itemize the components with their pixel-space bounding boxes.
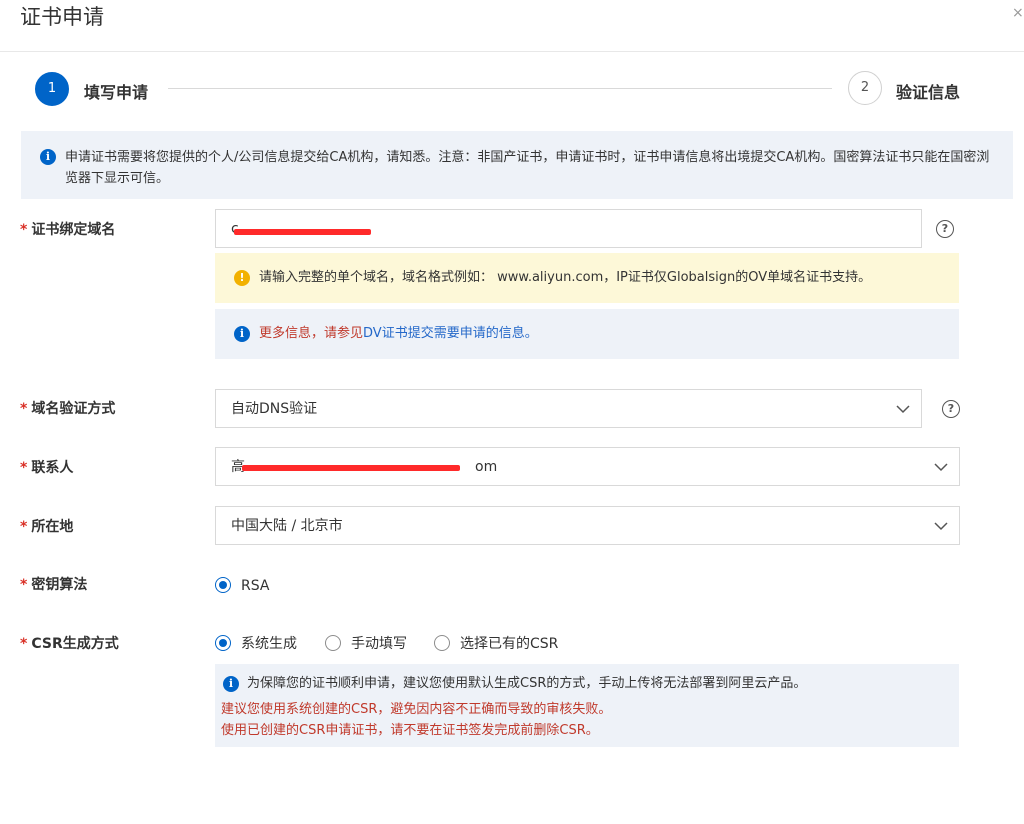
required-mark: * (20, 460, 28, 476)
notice-text: 申请证书需要将您提供的个人/公司信息提交给CA机构，请知悉。注意：非国产证书，申… (65, 150, 990, 186)
redaction-mark (234, 229, 371, 235)
info-icon: i (223, 676, 239, 692)
domain-warning: ! 请输入完整的单个域名，域名格式例如： www.aliyun.com，IP证书… (215, 253, 959, 303)
radio-button[interactable] (215, 635, 231, 651)
csr-tips: i 为保障您的证书顺利申请，建议您使用默认生成CSR的方式，手动上传将无法部署到… (215, 664, 959, 747)
help-icon[interactable]: ? (942, 400, 960, 418)
domain-warning-text: 请输入完整的单个域名，域名格式例如： www.aliyun.com，IP证书仅G… (259, 270, 872, 285)
required-mark: * (20, 636, 28, 652)
radio-csr-system-label: 系统生成 (241, 636, 297, 652)
domain-info: i 更多信息，请参见DV证书提交需要申请的信息。 (215, 309, 959, 359)
chevron-down-icon (934, 522, 948, 531)
close-icon[interactable]: × (1012, 4, 1024, 22)
info-icon: i (234, 326, 250, 342)
location-select[interactable]: 中国大陆 / 北京市 (215, 506, 960, 545)
radio-button[interactable] (215, 577, 231, 593)
radio-csr-manual[interactable]: 手动填写 (325, 635, 407, 653)
csr-label: * CSR生成方式 (20, 635, 119, 653)
dialog-header: 证书申请 × (0, 0, 1024, 52)
contact-select[interactable]: 高 om (215, 447, 960, 486)
csr-tip-main: 为保障您的证书顺利申请，建议您使用默认生成CSR的方式，手动上传将无法部署到阿里… (247, 676, 807, 691)
required-mark: * (20, 222, 28, 238)
domain-label: * 证书绑定域名 (20, 221, 115, 239)
csr-tip-warning-1: 建议您使用系统创建的CSR，避免因内容不正确而导致的审核失败。 (221, 702, 612, 717)
radio-button[interactable] (325, 635, 341, 651)
algorithm-label-text: 密钥算法 (31, 577, 88, 593)
validation-label-text: 域名验证方式 (31, 401, 116, 417)
radio-rsa-label: RSA (241, 578, 270, 594)
step-2-indicator: 2 (848, 71, 882, 105)
location-label: * 所在地 (20, 518, 73, 536)
radio-csr-system[interactable]: 系统生成 (215, 635, 297, 653)
step-connector (168, 88, 832, 89)
chevron-down-icon (896, 405, 910, 414)
domain-input[interactable]: c (215, 209, 922, 248)
validation-label: * 域名验证方式 (20, 400, 115, 418)
warning-icon: ! (234, 270, 250, 286)
csr-tip-warning-2: 使用已创建的CSR申请证书，请不要在证书签发完成前删除CSR。 (221, 723, 599, 738)
radio-rsa[interactable]: RSA (215, 577, 269, 595)
step-1-indicator: 1 (35, 72, 69, 106)
info-icon: i (40, 149, 56, 165)
required-mark: * (20, 401, 28, 417)
dv-info-link[interactable]: DV证书提交需要申请的信息。 (363, 326, 538, 341)
radio-button[interactable] (434, 635, 450, 651)
algorithm-label: * 密钥算法 (20, 576, 87, 594)
step-1-label: 填写申请 (84, 83, 149, 102)
domain-label-text: 证书绑定域名 (31, 222, 116, 238)
step-2-label: 验证信息 (896, 83, 961, 102)
csr-label-text: CSR生成方式 (31, 636, 119, 652)
dialog-title: 证书申请 (20, 5, 104, 29)
contact-label: * 联系人 (20, 459, 73, 477)
radio-csr-existing-label: 选择已有的CSR (460, 636, 559, 652)
required-mark: * (20, 519, 28, 535)
contact-value-suffix: om (475, 459, 498, 475)
redaction-mark (242, 465, 460, 471)
contact-label-text: 联系人 (31, 460, 74, 476)
validation-select[interactable]: 自动DNS验证 (215, 389, 922, 428)
validation-select-value: 自动DNS验证 (231, 401, 318, 417)
required-mark: * (20, 577, 28, 593)
radio-csr-manual-label: 手动填写 (351, 636, 407, 652)
chevron-down-icon (934, 463, 948, 472)
radio-csr-existing[interactable]: 选择已有的CSR (434, 635, 558, 653)
location-label-text: 所在地 (31, 519, 74, 535)
notice-banner: i 申请证书需要将您提供的个人/公司信息提交给CA机构，请知悉。注意：非国产证书… (21, 131, 1013, 199)
help-icon[interactable]: ? (936, 220, 954, 238)
domain-info-prefix: 更多信息，请参见 (259, 326, 364, 341)
location-select-value: 中国大陆 / 北京市 (231, 518, 343, 534)
